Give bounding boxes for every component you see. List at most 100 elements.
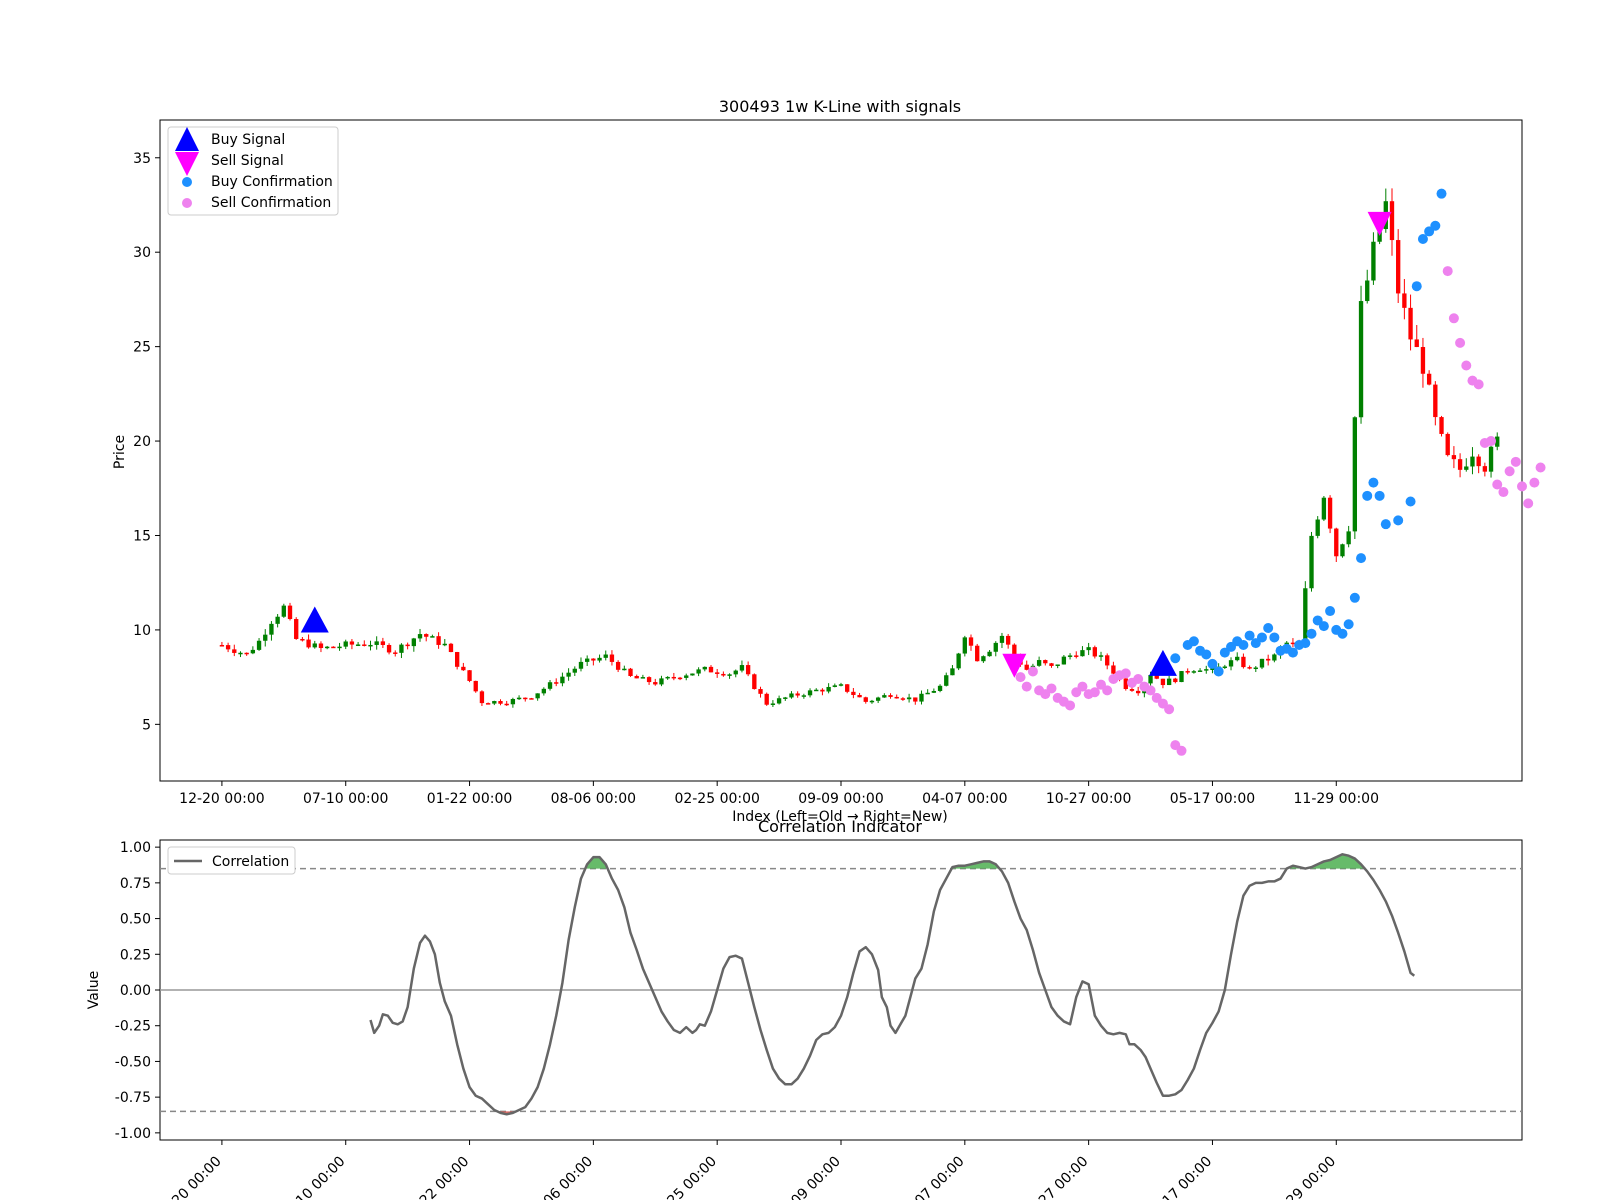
buy-confirmation-point bbox=[1188, 636, 1199, 647]
candle-body bbox=[263, 634, 268, 641]
candle-body bbox=[975, 645, 980, 662]
candle-body bbox=[1420, 347, 1426, 374]
legend-sell-confirmation-label: Sell Confirmation bbox=[211, 195, 331, 211]
candle-body bbox=[1457, 459, 1463, 470]
kline-y-tick-label: 25 bbox=[133, 340, 151, 356]
candle-body bbox=[752, 674, 757, 690]
candle-body bbox=[814, 689, 819, 692]
candle-body bbox=[1179, 671, 1184, 683]
candle-body bbox=[597, 657, 602, 661]
candle-body bbox=[424, 634, 429, 637]
kline-x-tick-label: 10-27 00:00 bbox=[1046, 791, 1131, 807]
candle-body bbox=[498, 701, 503, 704]
candle-body bbox=[1303, 588, 1308, 646]
candle-body bbox=[999, 635, 1005, 643]
candle-body bbox=[368, 644, 373, 647]
candle-body bbox=[1005, 635, 1011, 645]
candle-body bbox=[665, 676, 670, 679]
sell-confirmation-point bbox=[1535, 462, 1546, 473]
candle-body bbox=[300, 638, 305, 641]
candle-body bbox=[479, 691, 485, 704]
correlation-y-tick-label: -0.75 bbox=[115, 1090, 151, 1106]
candle-body bbox=[1439, 417, 1444, 434]
candle-body bbox=[306, 639, 311, 648]
buy-confirmation-point bbox=[1349, 592, 1360, 603]
candle-body bbox=[745, 665, 751, 675]
candle-body bbox=[467, 670, 472, 681]
candle-body bbox=[826, 686, 831, 692]
candle-body bbox=[417, 634, 423, 639]
sell-confirmation-point bbox=[1046, 683, 1057, 694]
kline-y-tick-label: 20 bbox=[133, 434, 151, 450]
kline-x-tick-label: 02-25 00:00 bbox=[674, 791, 759, 807]
correlation-y-tick-label: 0.50 bbox=[120, 912, 151, 928]
correlation-x-tick-label: 07-10 00:00 bbox=[277, 1154, 349, 1200]
candle-body bbox=[1067, 655, 1073, 657]
candle-body bbox=[832, 685, 837, 687]
buy-confirmation-point bbox=[1213, 666, 1224, 677]
sell-confirmation-point bbox=[1442, 266, 1453, 277]
candle-body bbox=[764, 693, 769, 705]
candle-body bbox=[956, 653, 961, 669]
candle-body bbox=[770, 703, 776, 705]
candle-body bbox=[591, 658, 596, 661]
candle-body bbox=[492, 701, 497, 704]
candle-body bbox=[516, 697, 522, 700]
candle-body bbox=[1488, 446, 1494, 472]
candle-body bbox=[987, 651, 992, 657]
candle-body bbox=[888, 695, 893, 697]
correlation-title: Correlation Indicator bbox=[758, 817, 922, 836]
candle-body bbox=[944, 675, 949, 686]
buy-confirmation-point bbox=[1201, 649, 1212, 660]
candle-body bbox=[603, 654, 608, 658]
kline-axes-frame bbox=[159, 119, 1523, 782]
correlation-x-axis: 12-20 00:00 07-10 00:00 01-22 00:00 08-06 0… bbox=[153, 1140, 1339, 1200]
buy-confirmation-point bbox=[1318, 621, 1329, 632]
candle-body bbox=[554, 682, 559, 684]
sell-confirmation-point bbox=[1498, 487, 1509, 498]
candle-body bbox=[393, 652, 398, 654]
correlation-y-tick-label: -0.25 bbox=[115, 1019, 151, 1035]
candle-body bbox=[566, 672, 571, 677]
candle-body bbox=[504, 703, 509, 706]
kline-y-tick-label: 30 bbox=[133, 245, 151, 261]
candle-body bbox=[634, 676, 639, 679]
candle-body bbox=[485, 703, 491, 705]
candle-body bbox=[331, 646, 336, 649]
candle-body bbox=[715, 672, 720, 674]
buy-confirmation-point bbox=[1368, 477, 1379, 488]
buy-confirmation-point bbox=[1374, 490, 1385, 501]
candle-body bbox=[287, 605, 293, 620]
correlation-x-tick-label: 08-06 00:00 bbox=[524, 1154, 596, 1200]
buy-confirmation-point bbox=[1411, 281, 1422, 292]
candle-body bbox=[1334, 528, 1339, 557]
buy-confirmation-point bbox=[1300, 638, 1311, 649]
sell-confirmation-point bbox=[1517, 481, 1527, 492]
kline-y-tick-label: 10 bbox=[133, 623, 151, 639]
candle-body bbox=[535, 693, 540, 699]
candle-body bbox=[1470, 456, 1475, 467]
kline-legend: Buy Signal Sell Signal Buy Confirmation … bbox=[167, 126, 339, 216]
candle-body bbox=[1340, 544, 1345, 557]
correlation-y-axis: 1.00 0.75 0.50 0.25 0.00 -0.25 -0.50 -0.75 -1.00 bbox=[115, 840, 160, 1142]
candle-body bbox=[1092, 647, 1097, 657]
legend-correlation-label: Correlation bbox=[212, 854, 289, 870]
candle-body bbox=[560, 676, 565, 684]
candle-body bbox=[925, 692, 930, 695]
candle-body bbox=[250, 649, 256, 654]
correlation-ylabel: Value bbox=[86, 971, 102, 1009]
candle-body bbox=[1389, 201, 1395, 241]
candle-body bbox=[1185, 671, 1190, 673]
candle-body bbox=[795, 693, 800, 696]
sell-confirmation-point bbox=[1448, 313, 1459, 324]
legend-buy-signal-label: Buy Signal bbox=[211, 132, 285, 148]
candle-body bbox=[1247, 667, 1252, 669]
candle-body bbox=[950, 668, 955, 676]
candle-body bbox=[1346, 531, 1351, 545]
candle-body bbox=[659, 678, 664, 685]
candle-body bbox=[677, 677, 683, 680]
candle-body bbox=[622, 668, 627, 671]
candle-body bbox=[541, 688, 547, 694]
candle-body bbox=[1024, 664, 1029, 670]
correlation-x-tick-label: 04-07 00:00 bbox=[896, 1154, 968, 1200]
